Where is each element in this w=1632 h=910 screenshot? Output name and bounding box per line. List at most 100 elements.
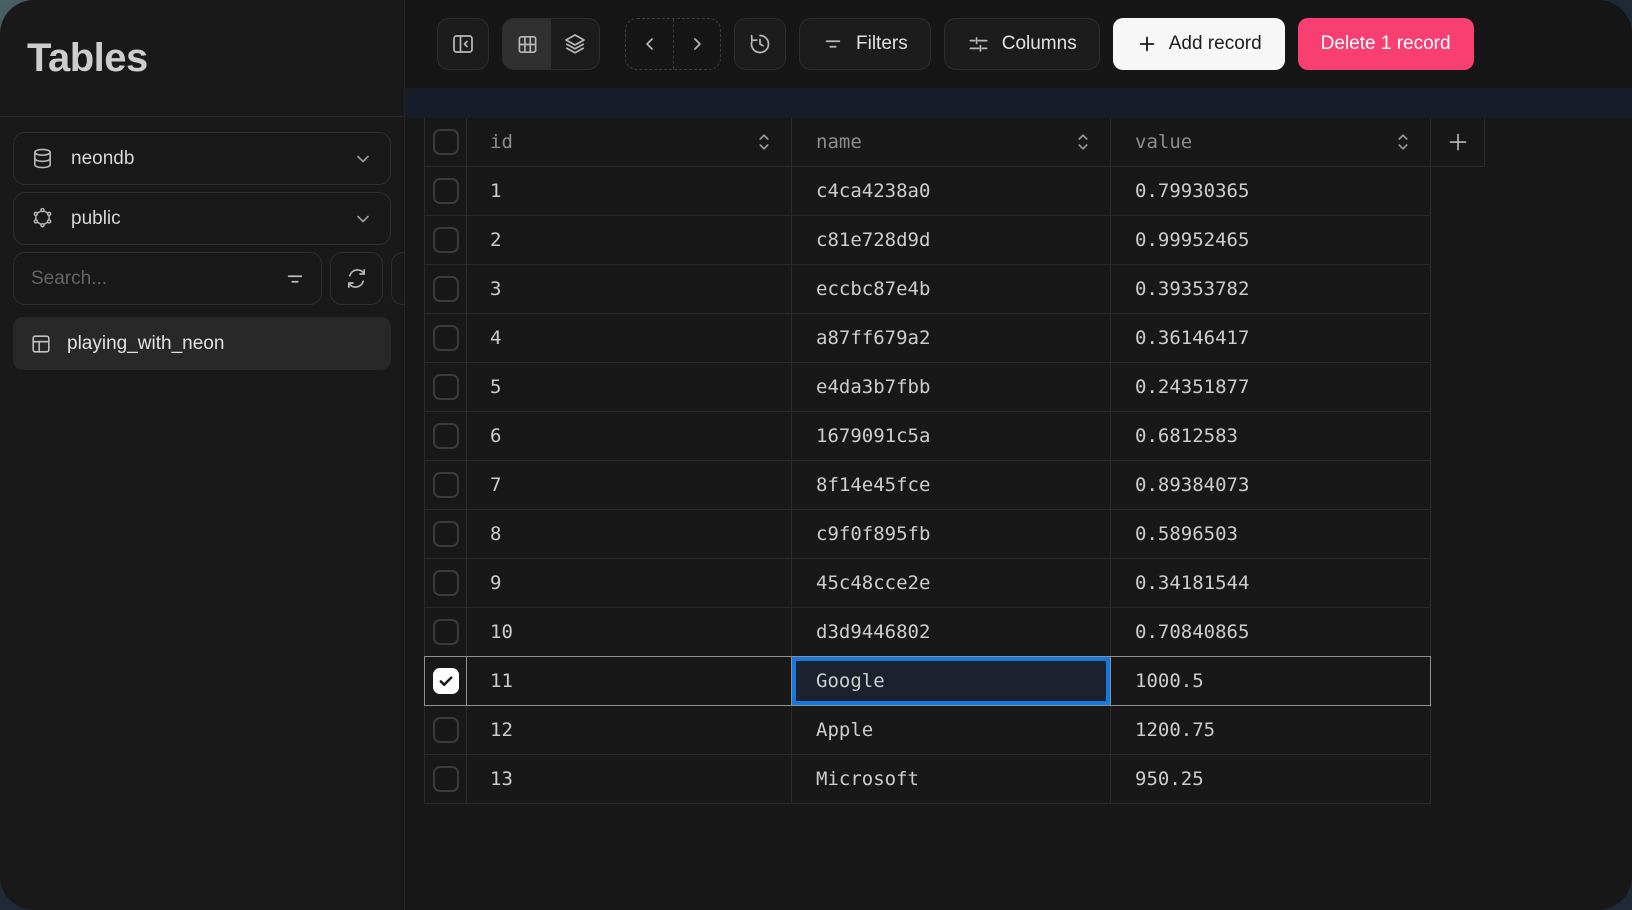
table-row: 8 c9f0f895fb 0.5896503 <box>424 510 1431 559</box>
row-checkbox[interactable] <box>433 276 459 302</box>
cell-value[interactable]: 0.70840865 <box>1111 608 1431 656</box>
cell-id[interactable]: 8 <box>467 510 792 558</box>
sidebar-item-label: playing_with_neon <box>67 333 224 355</box>
sort-icon[interactable] <box>1394 131 1412 153</box>
chevron-down-icon <box>353 209 373 229</box>
cell-id[interactable]: 7 <box>467 461 792 509</box>
cell-name[interactable]: e4da3b7fbb <box>792 363 1111 411</box>
cell-value[interactable]: 1000.5 <box>1111 657 1431 705</box>
cell-id[interactable]: 13 <box>467 755 792 803</box>
cell-value[interactable]: 0.5896503 <box>1111 510 1431 558</box>
sidebar-header: Tables <box>0 0 404 117</box>
cell-value[interactable]: 0.89384073 <box>1111 461 1431 509</box>
row-checkbox[interactable] <box>433 472 459 498</box>
cell-value[interactable]: 0.36146417 <box>1111 314 1431 362</box>
sidebar-item-playing-with-neon[interactable]: playing_with_neon <box>13 317 391 370</box>
cell-name[interactable]: c4ca4238a0 <box>792 167 1111 215</box>
history-button[interactable] <box>734 18 786 70</box>
row-checkbox[interactable] <box>433 766 459 792</box>
cell-id[interactable]: 11 <box>467 657 792 705</box>
table-content-area: id name <box>405 118 1632 910</box>
database-select[interactable]: neondb <box>13 132 391 185</box>
checkbox-cell <box>425 412 467 460</box>
table-row-selected: 11 Google 1000.5 <box>424 656 1431 706</box>
row-checkbox[interactable] <box>433 570 459 596</box>
cell-value[interactable]: 0.39353782 <box>1111 265 1431 313</box>
prev-page-button[interactable] <box>626 19 673 69</box>
app-window: Tables neondb <box>0 0 1632 910</box>
select-all-cell <box>425 118 467 166</box>
column-header-id[interactable]: id <box>467 118 792 166</box>
grid-icon <box>516 33 539 56</box>
cell-id[interactable]: 2 <box>467 216 792 264</box>
add-record-button[interactable]: Add record <box>1113 18 1285 70</box>
table-row: 7 8f14e45fce 0.89384073 <box>424 461 1431 510</box>
row-checkbox[interactable] <box>433 521 459 547</box>
cell-name[interactable]: c81e728d9d <box>792 216 1111 264</box>
cell-name[interactable]: c9f0f895fb <box>792 510 1111 558</box>
filters-button[interactable]: Filters <box>799 18 931 70</box>
toolbar: Filters Columns Add record Delete 1 <box>405 0 1632 88</box>
cell-value[interactable]: 1200.75 <box>1111 706 1431 754</box>
add-column-button[interactable] <box>1431 118 1485 166</box>
cell-name[interactable]: Apple <box>792 706 1111 754</box>
toggle-sidebar-button[interactable] <box>437 18 489 70</box>
filter-lines-icon <box>284 268 306 290</box>
column-header-value[interactable]: value <box>1111 118 1431 166</box>
row-checkbox[interactable] <box>433 374 459 400</box>
schema-select[interactable]: public <box>13 192 391 245</box>
cell-id[interactable]: 1 <box>467 167 792 215</box>
cell-value[interactable]: 0.34181544 <box>1111 559 1431 607</box>
checkbox-cell <box>425 265 467 313</box>
search-input[interactable] <box>31 268 276 290</box>
cell-value[interactable]: 950.25 <box>1111 755 1431 803</box>
checkbox-cell <box>425 559 467 607</box>
cell-value[interactable]: 0.99952465 <box>1111 216 1431 264</box>
row-checkbox[interactable] <box>433 619 459 645</box>
database-select-value: neondb <box>71 148 336 170</box>
layers-view-button[interactable] <box>551 19 599 69</box>
cell-name[interactable]: 8f14e45fce <box>792 461 1111 509</box>
column-header-name[interactable]: name <box>792 118 1111 166</box>
columns-button-label: Columns <box>1002 33 1077 55</box>
schema-icon <box>31 207 54 230</box>
cell-id[interactable]: 5 <box>467 363 792 411</box>
cell-id[interactable]: 12 <box>467 706 792 754</box>
cell-id[interactable]: 10 <box>467 608 792 656</box>
page-title: Tables <box>27 36 148 81</box>
cell-value[interactable]: 0.6812583 <box>1111 412 1431 460</box>
checkbox-cell <box>425 216 467 264</box>
row-checkbox[interactable] <box>433 325 459 351</box>
columns-button[interactable]: Columns <box>944 18 1100 70</box>
row-checkbox-checked[interactable] <box>433 668 459 694</box>
row-checkbox[interactable] <box>433 178 459 204</box>
cell-id[interactable]: 9 <box>467 559 792 607</box>
cell-name[interactable]: a87ff679a2 <box>792 314 1111 362</box>
table-view-button[interactable] <box>503 19 551 69</box>
select-all-checkbox[interactable] <box>433 129 459 155</box>
checkbox-cell <box>425 363 467 411</box>
cell-name-active[interactable]: Google <box>792 657 1111 705</box>
cell-name[interactable]: 45c48cce2e <box>792 559 1111 607</box>
cell-name[interactable]: eccbc87e4b <box>792 265 1111 313</box>
column-header-label: value <box>1135 131 1192 153</box>
checkbox-cell <box>425 608 467 656</box>
search-box[interactable] <box>13 252 322 305</box>
next-page-button[interactable] <box>673 19 720 69</box>
cell-id[interactable]: 6 <box>467 412 792 460</box>
refresh-button[interactable] <box>330 252 383 305</box>
delete-records-button[interactable]: Delete 1 record <box>1298 18 1474 70</box>
view-mode-switcher <box>502 18 600 70</box>
cell-name[interactable]: Microsoft <box>792 755 1111 803</box>
row-checkbox[interactable] <box>433 423 459 449</box>
cell-name[interactable]: d3d9446802 <box>792 608 1111 656</box>
cell-value[interactable]: 0.24351877 <box>1111 363 1431 411</box>
sort-icon[interactable] <box>1074 131 1092 153</box>
cell-name[interactable]: 1679091c5a <box>792 412 1111 460</box>
sort-icon[interactable] <box>755 131 773 153</box>
row-checkbox[interactable] <box>433 227 459 253</box>
row-checkbox[interactable] <box>433 717 459 743</box>
cell-value[interactable]: 0.79930365 <box>1111 167 1431 215</box>
cell-id[interactable]: 3 <box>467 265 792 313</box>
cell-id[interactable]: 4 <box>467 314 792 362</box>
